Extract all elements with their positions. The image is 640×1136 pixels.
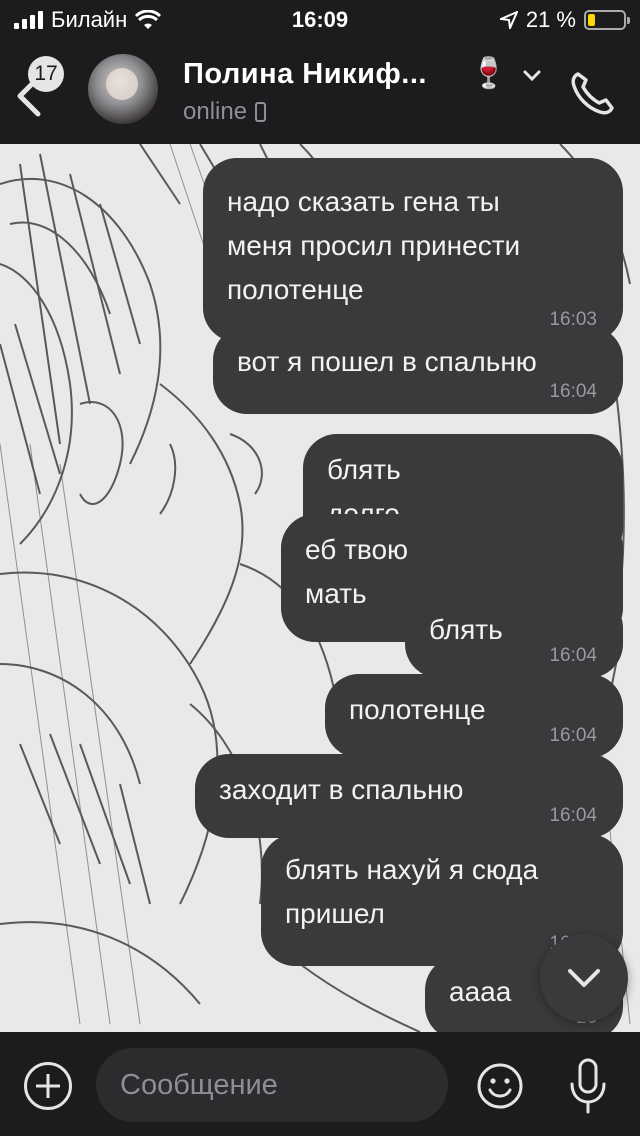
message-time: 16:04 (549, 381, 597, 402)
message-text: надо сказать гена ты (227, 186, 500, 217)
message-text: пришел (285, 898, 385, 929)
wine-glass-icon: 🍷 (470, 57, 508, 90)
online-status: online (183, 98, 248, 125)
message-text: заходит в спальню (219, 774, 464, 805)
chevron-down-icon (568, 969, 600, 987)
microphone-icon[interactable] (566, 1058, 610, 1114)
message-text: полотенце (227, 274, 364, 305)
scroll-down-button[interactable] (540, 934, 628, 1022)
status-bar: Билайн 16:09 21 % (0, 0, 640, 40)
message-bubble[interactable]: заходит в спальню 16:04 (195, 754, 623, 838)
location-arrow-icon (499, 11, 518, 29)
message-text: вот я пошел в спальню (237, 346, 537, 377)
message-text: блять (429, 614, 503, 645)
message-input[interactable] (96, 1048, 448, 1122)
message-text: полотенце (349, 694, 486, 725)
contact-name[interactable]: Полина Никиф... (183, 58, 427, 91)
phone-icon[interactable] (566, 68, 618, 120)
message-bubble[interactable]: надо сказать гена ты меня просил принести… (203, 158, 623, 342)
message-text: блять нахуй я сюда (285, 854, 539, 885)
plus-circle-icon[interactable] (24, 1062, 72, 1110)
message-bubble[interactable]: вот я пошел в спальню 16:04 (213, 326, 623, 414)
message-time: 16:04 (549, 645, 597, 666)
message-time: 16:04 (549, 805, 597, 826)
composer-bar (0, 1032, 640, 1136)
message-text: меня просил принести (227, 230, 521, 261)
message-time: 16:04 (549, 725, 597, 746)
battery-percent: 21 % (525, 7, 576, 32)
battery-icon (584, 10, 630, 30)
smile-icon[interactable] (476, 1062, 524, 1110)
mobile-icon (255, 102, 267, 122)
message-list[interactable]: надо сказать гена ты меня просил принести… (0, 144, 640, 1032)
message-bubble[interactable]: блять 16:04 (405, 594, 623, 678)
unread-count-badge: 17 (28, 56, 64, 92)
message-bubble[interactable]: полотенце 16:04 (325, 674, 623, 758)
message-text: аааа (449, 976, 512, 1007)
chevron-down-icon[interactable] (522, 66, 542, 86)
avatar[interactable] (88, 54, 158, 124)
chat-header: 17 Полина Никиф... 🍷 online (0, 40, 640, 144)
